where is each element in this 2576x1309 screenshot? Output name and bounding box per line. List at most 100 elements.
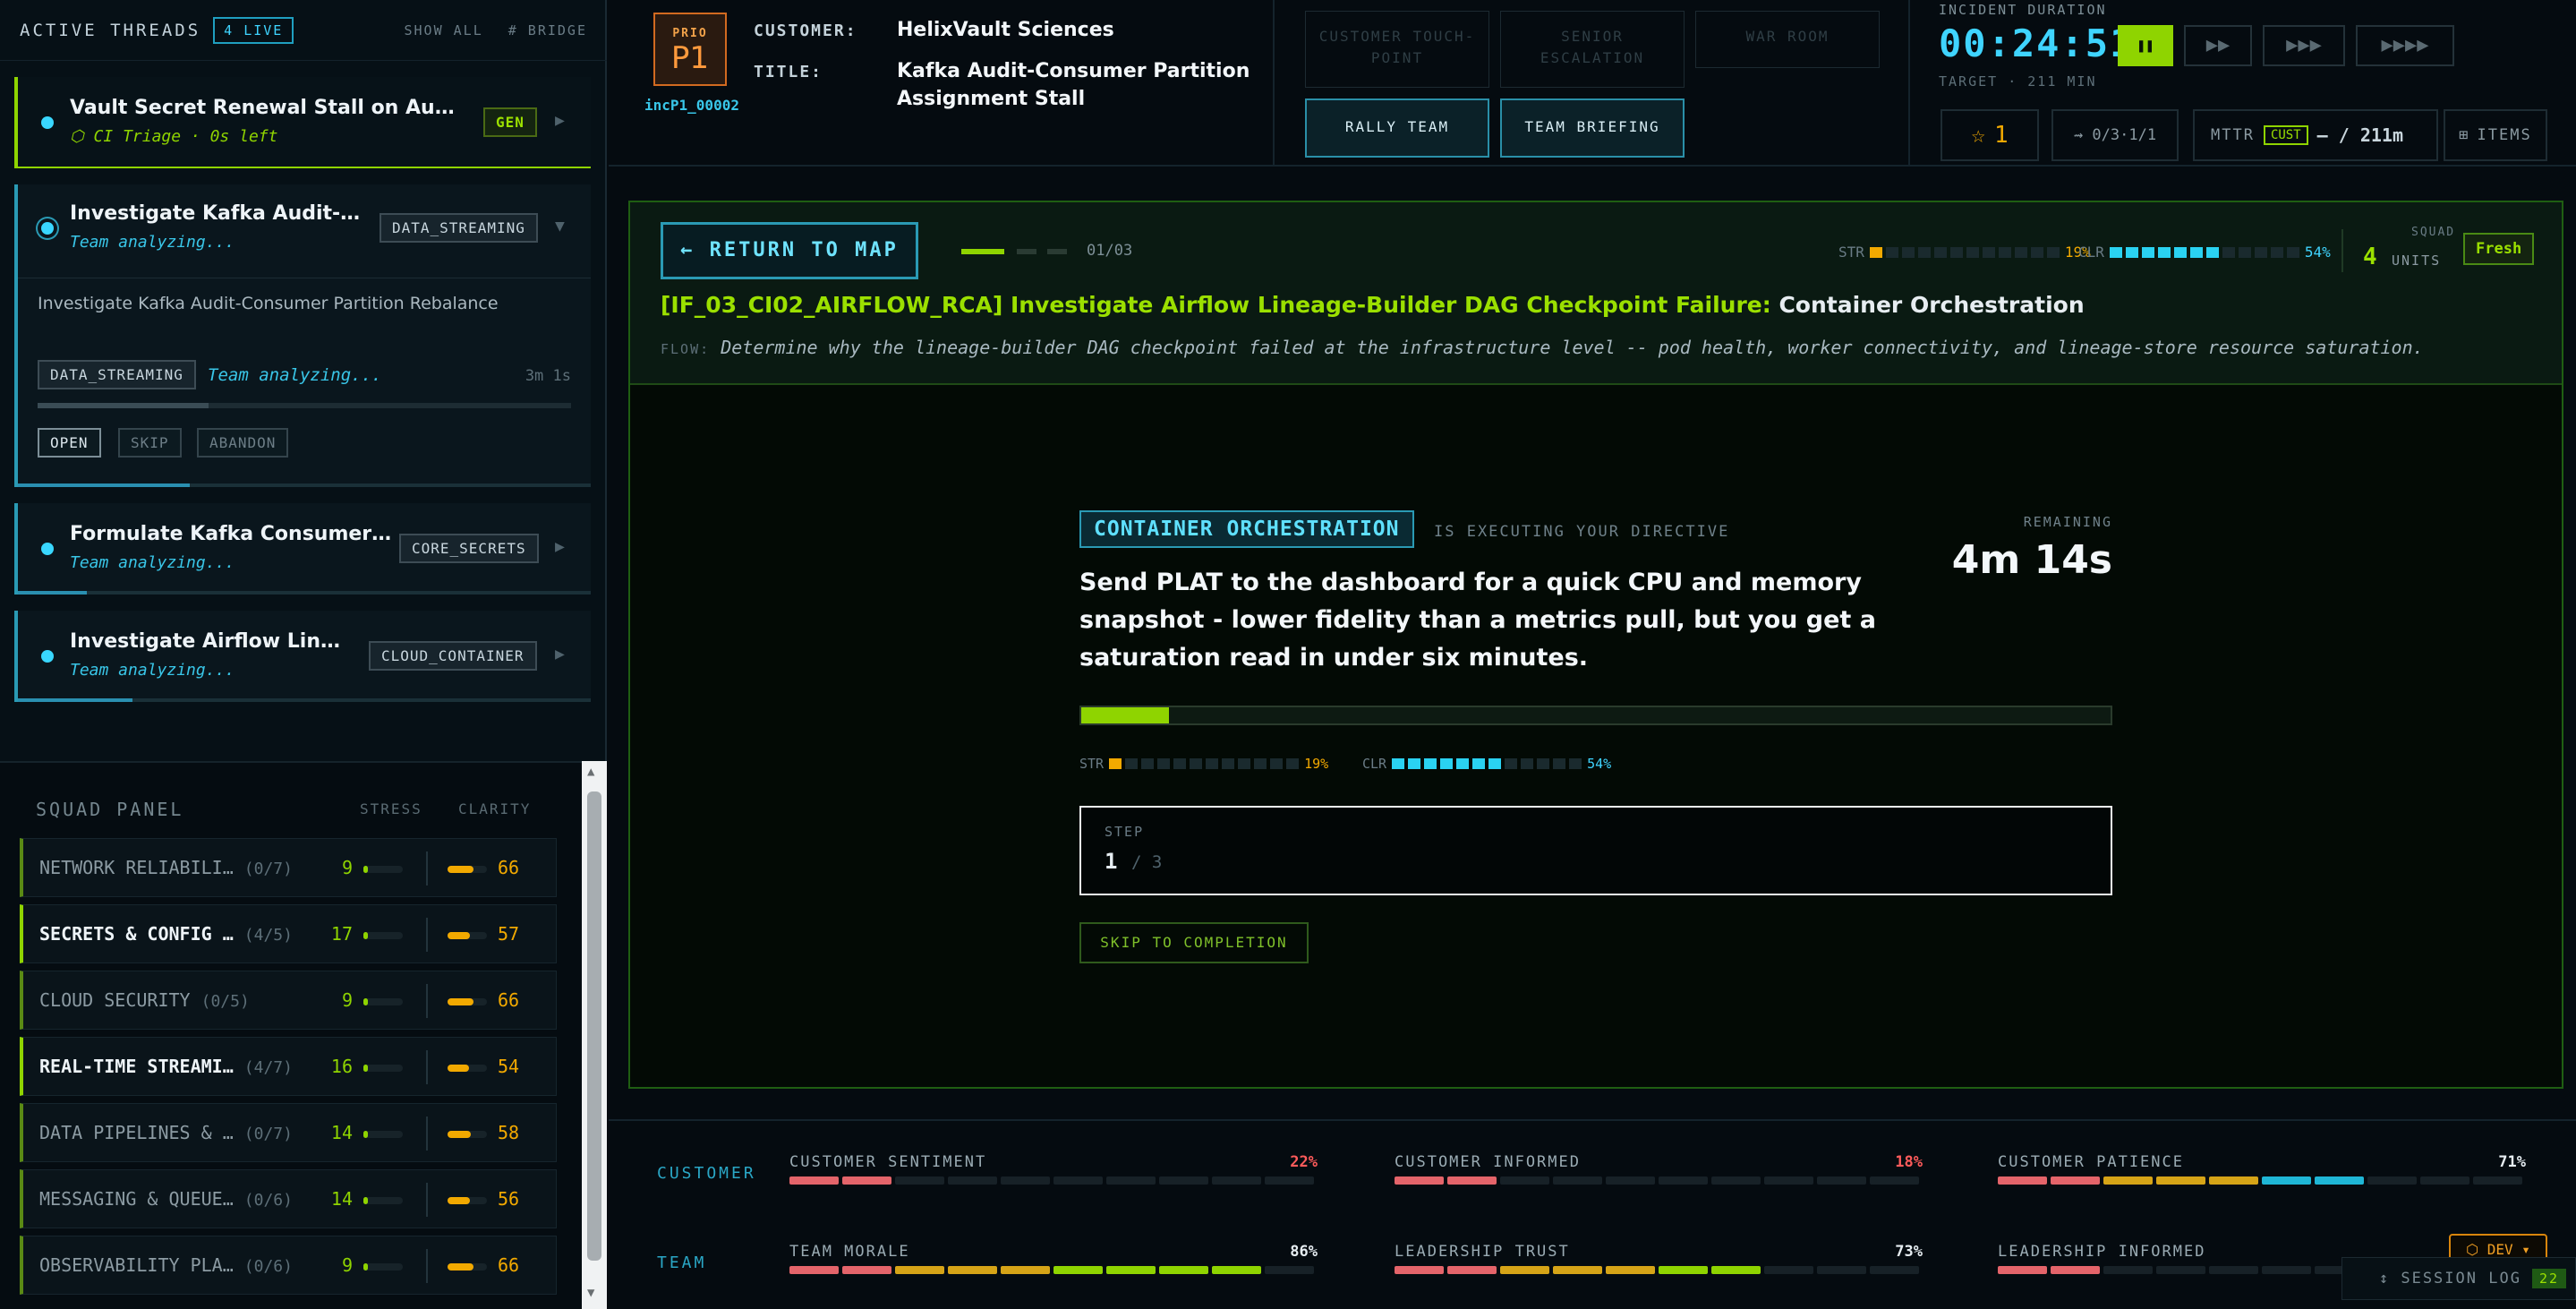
task-code: [IF_03_CI02_AIRFLOW_RCA] Investigate Air… [661,292,1771,318]
squad-row[interactable]: CLOUD SECURITY (0/5) 9 66 [20,971,557,1030]
thread-description: Investigate Kafka Audit-Consumer Partiti… [38,294,499,313]
customer-touchpoint-button[interactable]: CUSTOMER TOUCH- POINT [1305,11,1489,88]
step-segment [1017,249,1036,254]
meter-cell [1488,758,1502,769]
skip-button[interactable]: SKIP [118,428,182,458]
stress-bar [363,1197,403,1204]
meter-cell [1537,758,1550,769]
stress-bar [363,1131,403,1138]
chevron-right-icon[interactable]: ▶ [555,645,565,663]
meter-cell [2222,246,2235,258]
meter-cell [1190,758,1203,769]
items-button[interactable]: ⊞ ITEMS [2444,109,2547,161]
meter-bar [789,1176,1314,1185]
meter-cell [2014,246,2027,258]
flow-counter[interactable]: ⇝ 0/3·1/1 [2051,109,2179,161]
meter-cell [1173,758,1187,769]
meter-segment [1659,1266,1708,1274]
meter-segment [1001,1266,1050,1274]
squad-row[interactable]: DATA PIPELINES & … (0/7) 14 58 [20,1103,557,1162]
mttr-box[interactable]: MTTR CUST — / 211m [2193,109,2438,161]
meter-segment [2473,1176,2522,1185]
thread-subtitle: Team analyzing... [70,553,235,572]
squad-name: DATA PIPELINES & … (0/7) [39,1122,293,1143]
thread-tag: CORE_SECRETS [399,534,539,563]
squad-row[interactable]: OBSERVABILITY PLA… (0/6) 9 66 [20,1236,557,1295]
abandon-button[interactable]: ABANDON [197,428,289,458]
meter-segment [2209,1176,2258,1185]
thread-item[interactable]: Formulate Kafka Consumer … Team analyzin… [14,503,591,595]
meter-segment [1106,1266,1156,1274]
skip-to-completion-button[interactable]: SKIP TO COMPLETION [1079,922,1309,963]
meter-segment [2367,1176,2417,1185]
step-counter: 01/03 [1087,242,1133,260]
directive-stress-meter: STR 19% [1079,756,1328,772]
meter-cell [2141,246,2154,258]
prio-value: P1 [670,40,710,76]
step-value: 1 [1105,849,1118,874]
clr-label: CLR [2078,244,2104,261]
stress-fill [363,1131,368,1138]
meter-cell [1901,246,1915,258]
target-label: TARGET · 211 MIN [1939,73,2097,90]
squad-scrollbar[interactable]: ▲ ▼ [582,761,607,1309]
war-room-button[interactable]: WAR ROOM [1695,11,1880,68]
speed-3x-button[interactable]: ▶▶▶ [2263,25,2345,66]
live-count-badge: 4 LIVE [213,16,294,44]
squad-row[interactable]: SECRETS & CONFIG … (4/5) 17 57 [20,904,557,963]
meter-cell [1125,758,1139,769]
scrollbar-thumb[interactable] [587,791,601,1261]
clarity-fill [448,1065,469,1072]
speed-2x-button[interactable]: ▶▶ [2184,25,2252,66]
thread-item[interactable]: Investigate Airflow Lin… Team analyzing.… [14,611,591,702]
stress-header: STRESS [360,800,422,817]
chevron-right-icon[interactable]: ▶ [555,537,565,556]
clarity-fill [448,1263,473,1270]
return-to-map-button[interactable]: ← RETURN TO MAP [661,222,918,279]
squad-row[interactable]: NETWORK RELIABILI… (0/7) 9 66 [20,838,557,897]
meter-label: LEADERSHIP INFORMED [1998,1243,2206,1261]
meter-cell [1917,246,1931,258]
chevron-down-icon[interactable]: ▼ [555,217,565,235]
thread-tag: DATA_STREAMING [380,213,538,243]
session-log-button[interactable]: ↕ SESSION LOG 22 [2341,1257,2576,1300]
step-segment [1047,249,1067,254]
thread-status-dot [41,543,54,555]
priority-badge: PRIO P1 [653,13,727,86]
speed-4x-button[interactable]: ▶▶▶▶ [2356,25,2454,66]
meter-segment [2156,1176,2205,1185]
thread-item-expanded[interactable]: Investigate Kafka Audit-… Team analyzing… [14,184,591,487]
open-button[interactable]: OPEN [38,428,101,458]
meter-cell [2030,246,2043,258]
remaining-label: REMAINING [2023,514,2112,530]
rally-team-button[interactable]: RALLY TEAM [1305,98,1489,158]
team-briefing-button[interactable]: TEAM BRIEFING [1500,98,1685,158]
stars-counter[interactable]: ☆ 1 [1941,109,2039,161]
meter-segment [1764,1176,1813,1185]
scroll-up-icon[interactable]: ▲ [587,765,594,779]
clarity-fill [448,1197,470,1204]
chevron-right-icon[interactable]: ▶ [555,111,565,130]
pause-button[interactable]: ❚❚ [2118,25,2173,66]
meter-label: TEAM MORALE [789,1243,910,1261]
meter-segment [2051,1176,2100,1185]
squad-panel-title: SQUAD PANEL [36,799,184,820]
bridge-link[interactable]: # BRIDGE [508,22,587,38]
meter-segment [1159,1176,1208,1185]
executing-label: IS EXECUTING YOUR DIRECTIVE [1434,523,1730,541]
customer-row-label: CUSTOMER [657,1164,756,1183]
show-all-link[interactable]: SHOW ALL [405,22,483,38]
meter-value: 73% [1895,1243,1923,1261]
meter-segment [1001,1176,1050,1185]
thread-item[interactable]: Vault Secret Renewal Stall on Au… ⬡ CI T… [14,77,591,168]
squad-row[interactable]: MESSAGING & QUEUE… (0/6) 14 56 [20,1169,557,1228]
scroll-down-icon[interactable]: ▼ [587,1286,594,1300]
flow-text: Determine why the lineage-builder DAG ch… [721,337,2424,358]
escalation-label-1: SENIOR [1561,28,1624,45]
senior-escalation-button[interactable]: SENIOR ESCALATION [1500,11,1685,88]
squad-row[interactable]: REAL-TIME STREAMI… (4/7) 16 54 [20,1037,557,1096]
thread-status-dot [41,116,54,129]
step-label: STEP [1105,824,1145,840]
stress-bar [363,866,403,873]
clarity-bar [448,932,487,939]
